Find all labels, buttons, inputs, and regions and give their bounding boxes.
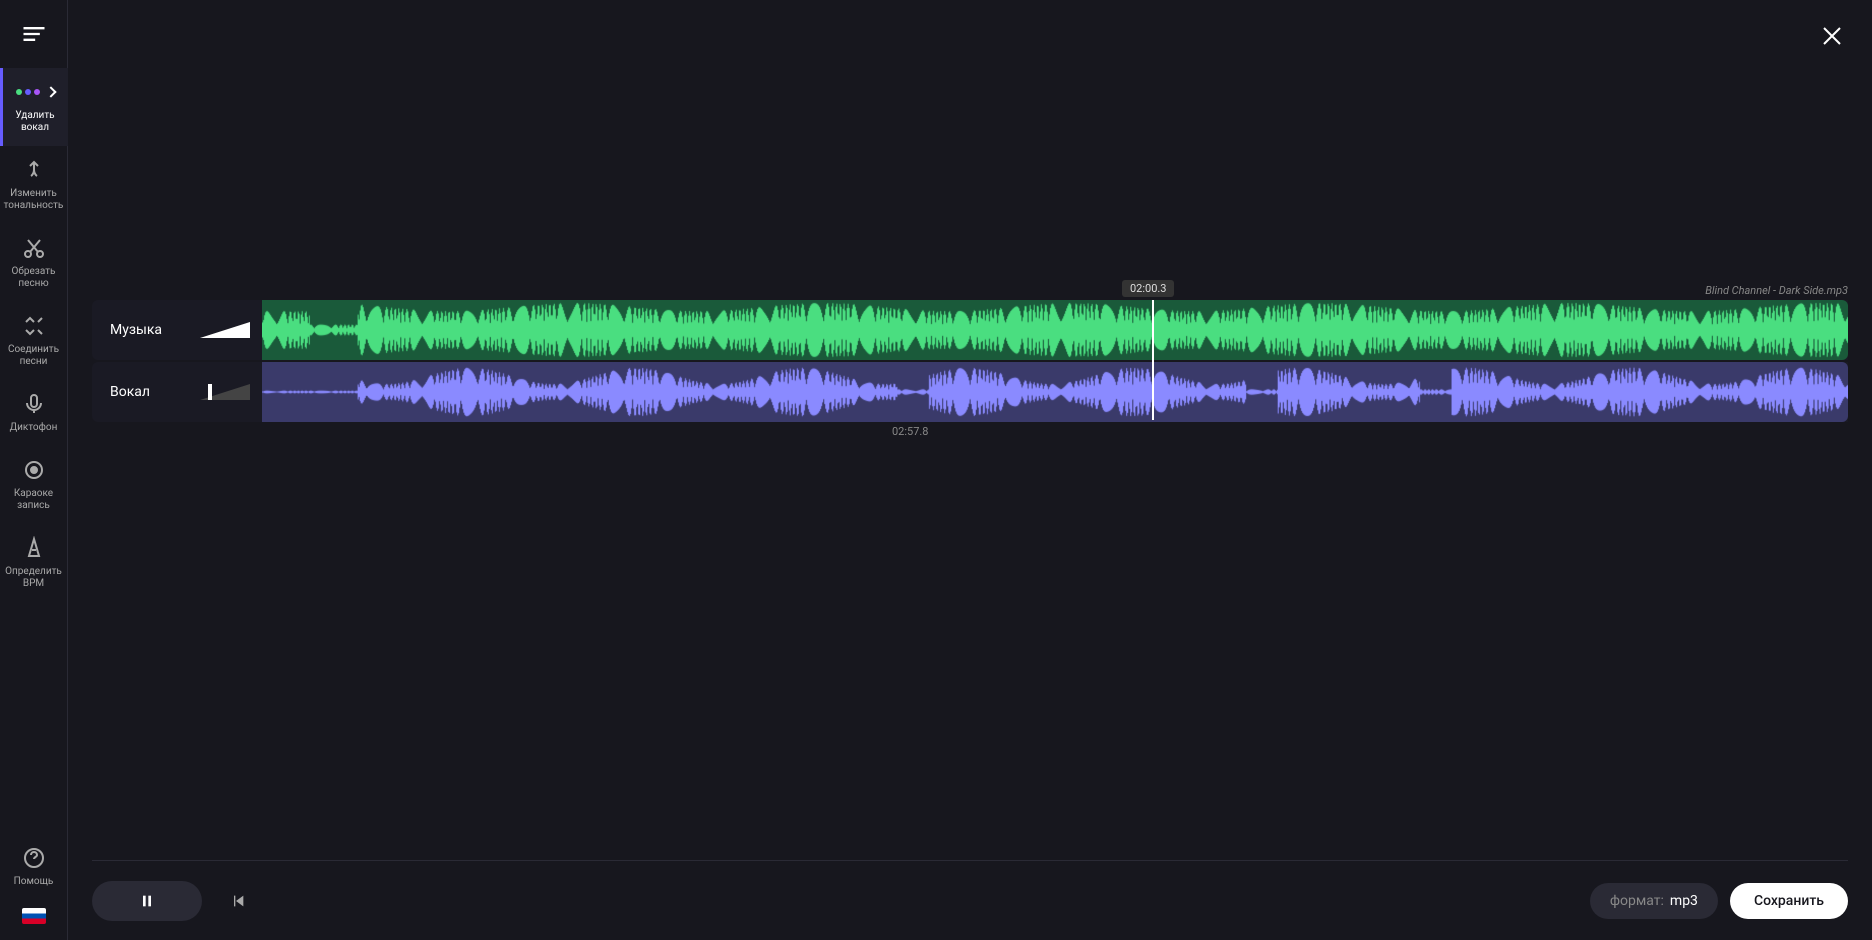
menu-icon[interactable] (0, 0, 68, 68)
tracks-container: Blind Channel - Dark Side.mp3 02:00.3 Му… (92, 300, 1848, 424)
waveform-music[interactable] (262, 300, 1848, 360)
mic-icon (22, 392, 46, 416)
track-music: Музыка (92, 300, 1848, 360)
volume-slider-vocal[interactable] (200, 384, 250, 400)
sidebar-item-pitch[interactable]: Изменить тональность (0, 146, 68, 224)
bottom-bar: формат: mp3 Сохранить (92, 860, 1848, 940)
track-music-label: Музыка (110, 322, 200, 338)
help-icon (22, 846, 46, 870)
sidebar-item-join[interactable]: Соединить песни (0, 302, 68, 380)
skip-back-button[interactable] (218, 881, 258, 921)
playhead-time: 02:00.3 (1122, 280, 1174, 297)
sidebar-item-label: Изменить тональность (4, 188, 64, 212)
sidebar-item-label: Помощь (14, 876, 54, 888)
join-icon (22, 314, 46, 338)
bpm-icon (22, 536, 46, 560)
sidebar-item-label: Караоке запись (4, 488, 64, 512)
sidebar-item-label: Удалить вокал (7, 110, 64, 134)
close-button[interactable] (1816, 20, 1848, 52)
pause-button[interactable] (92, 881, 202, 921)
sidebar-item-label: Диктофон (10, 422, 58, 434)
main-area: Blind Channel - Dark Side.mp3 02:00.3 Му… (68, 0, 1872, 940)
sidebar: Удалить вокал Изменить тональность Обрез… (0, 0, 68, 940)
sidebar-item-bpm[interactable]: Определить BPM (0, 524, 68, 602)
playhead[interactable] (1152, 300, 1154, 420)
pitch-icon (22, 158, 46, 182)
format-value: mp3 (1670, 893, 1698, 909)
filename-label: Blind Channel - Dark Side.mp3 (1705, 284, 1848, 297)
format-label: формат: (1610, 893, 1664, 909)
sidebar-item-label: Соединить песни (4, 344, 64, 368)
duration-label: 02:57.8 (892, 425, 928, 438)
sidebar-item-cut[interactable]: Обрезать песню (0, 224, 68, 302)
cut-icon (22, 236, 46, 260)
sidebar-item-mic[interactable]: Диктофон (0, 380, 68, 446)
sidebar-item-label: Обрезать песню (4, 266, 64, 290)
track-vocal: Вокал (92, 362, 1848, 422)
volume-slider-music[interactable] (200, 322, 250, 338)
format-button[interactable]: формат: mp3 (1590, 883, 1718, 919)
language-flag-ru[interactable] (22, 908, 46, 924)
waveform-vocal[interactable] (262, 362, 1848, 422)
sidebar-item-label: Определить BPM (4, 566, 64, 590)
karaoke-icon (22, 458, 46, 482)
sidebar-item-karaoke[interactable]: Караоке запись (0, 446, 68, 524)
sidebar-item-vocal-remove[interactable]: Удалить вокал (0, 68, 68, 146)
sidebar-item-help[interactable]: Помощь (0, 834, 68, 900)
save-button[interactable]: Сохранить (1730, 883, 1848, 919)
track-vocal-label: Вокал (110, 384, 200, 400)
vocal-remove-icon (23, 80, 47, 104)
